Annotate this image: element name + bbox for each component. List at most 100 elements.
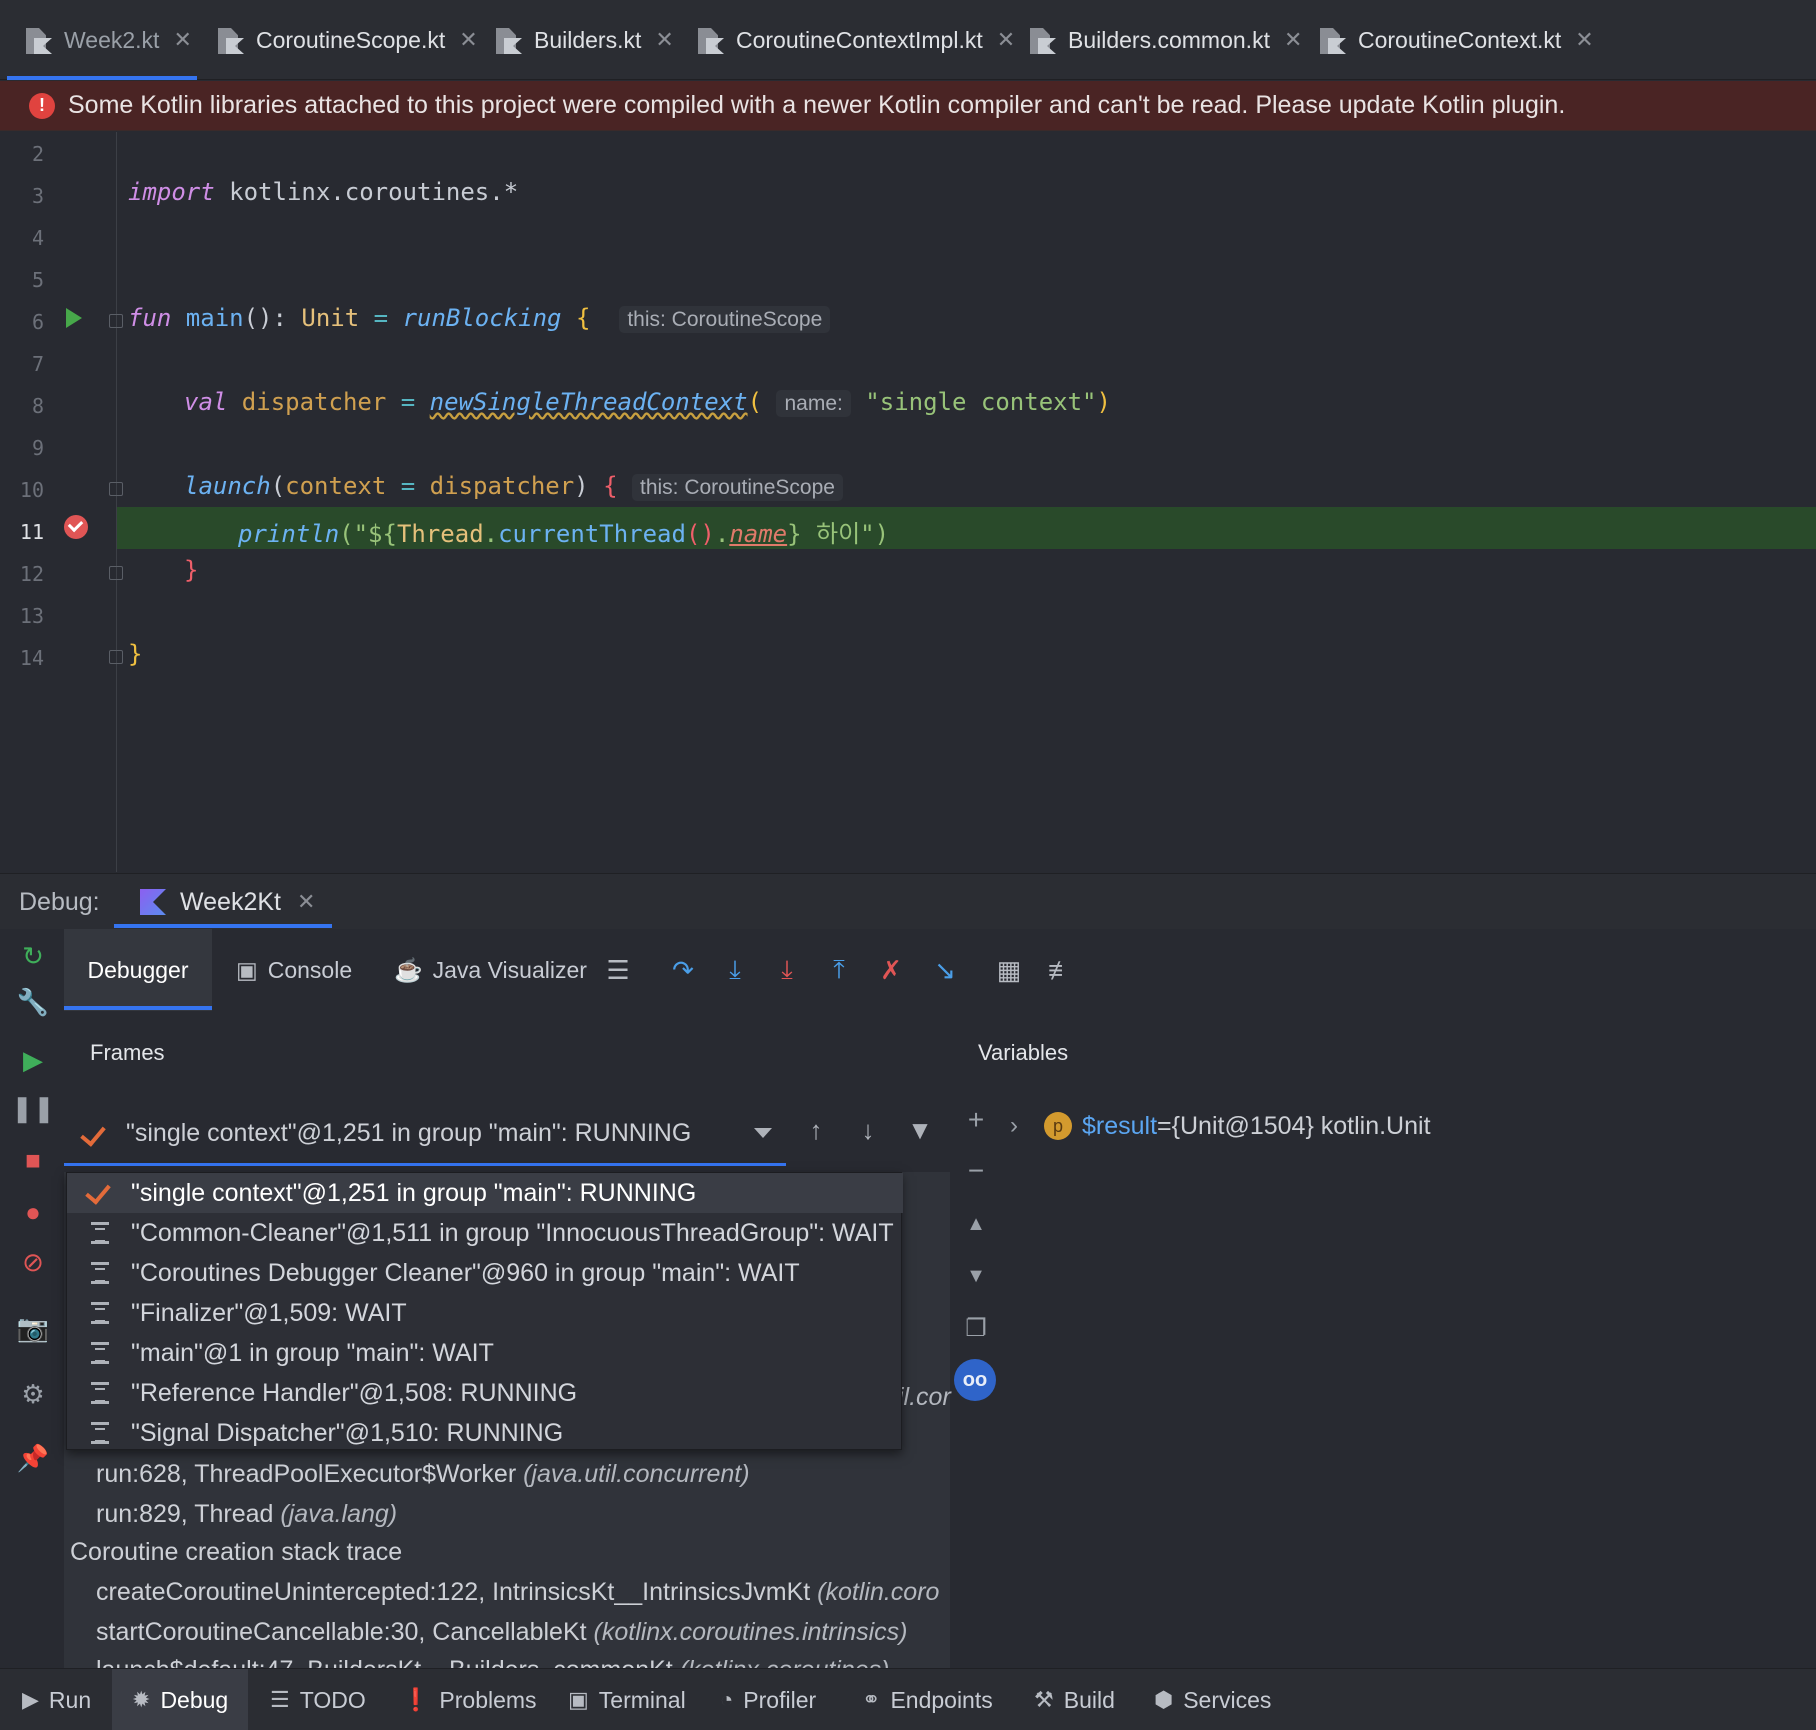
filter-icon[interactable]: ▼ <box>902 1112 938 1148</box>
close-icon[interactable]: ✕ <box>459 27 477 53</box>
pause-icon[interactable]: ❚❚ <box>11 1093 55 1123</box>
thread-option[interactable]: "Common-Cleaner"@1,511 in group "Innocuo… <box>67 1213 903 1253</box>
parameter-badge: p <box>1044 1112 1072 1140</box>
close-icon[interactable]: ✕ <box>173 27 191 53</box>
tool-problems[interactable]: ❗ Problems <box>402 1669 537 1730</box>
fold-icon[interactable] <box>109 566 123 580</box>
creation-trace-header: Coroutine creation stack trace <box>70 1538 403 1566</box>
frame-row[interactable]: createCoroutineUnintercepted:122, Intrin… <box>96 1578 950 1607</box>
thread-option[interactable]: "Coroutines Debugger Cleaner"@960 in gro… <box>67 1253 903 1293</box>
tab-coroutinecontext[interactable]: CoroutineContext.kt ✕ <box>1318 0 1594 80</box>
remove-watch-icon[interactable]: − <box>960 1155 992 1187</box>
chevron-down-icon <box>754 1128 772 1138</box>
variable-row[interactable]: › p $result = {Unit@1504} kotlin.Unit <box>1010 1108 1431 1144</box>
tab-builders[interactable]: Builders.kt ✕ <box>494 0 674 80</box>
breakpoint-icon[interactable] <box>64 515 88 539</box>
run-gutter-icon[interactable] <box>66 308 82 328</box>
tab-console[interactable]: ▣ Console <box>236 929 352 1011</box>
tab-label: CoroutineContextImpl.kt <box>736 26 983 53</box>
arrow-down-icon[interactable]: ↓ <box>850 1112 886 1148</box>
stop-icon[interactable]: ■ <box>18 1145 48 1175</box>
tool-profiler[interactable]: ◔ Profiler <box>720 1669 816 1730</box>
debug-session-tab[interactable]: Week2Kt ✕ <box>114 874 332 930</box>
frame-row[interactable]: launch$default:47, BuildersKt__Builders_… <box>96 1656 890 1668</box>
step-out-icon[interactable]: ⤒ <box>823 953 855 987</box>
move-down-icon[interactable]: ▼ <box>960 1260 992 1292</box>
code-line-11: println("${Thread.currentThread().name} … <box>238 520 890 548</box>
active-tab-indicator <box>7 76 197 80</box>
view-breakpoints-icon[interactable]: ● <box>18 1197 48 1227</box>
drop-frame-icon[interactable]: ✗ <box>875 953 907 987</box>
line-number: 4 <box>31 226 44 250</box>
kotlin-file-icon <box>696 25 724 55</box>
tool-endpoints[interactable]: ⚭ Endpoints <box>862 1669 993 1730</box>
close-icon[interactable]: ✕ <box>655 27 673 53</box>
truncated-frame-text: il.cor <box>898 1383 951 1411</box>
tab-builders-common[interactable]: Builders.common.kt ✕ <box>1028 0 1302 80</box>
copy-icon[interactable]: ❐ <box>960 1312 992 1344</box>
fold-icon[interactable] <box>109 314 123 328</box>
line-number: 5 <box>31 268 44 292</box>
thread-option[interactable]: "single context"@1,251 in group "main": … <box>67 1173 903 1213</box>
tool-run[interactable]: ▶ Run <box>22 1669 91 1730</box>
thread-option[interactable]: "Reference Handler"@1,508: RUNNING <box>67 1373 903 1413</box>
close-icon[interactable]: ✕ <box>297 889 315 915</box>
tab-week2[interactable]: Week2.kt ✕ <box>24 0 192 80</box>
thread-selector[interactable]: "single context"@1,251 in group "main": … <box>64 1100 786 1166</box>
kotlin-file-icon <box>24 25 52 55</box>
tab-coroutinescope[interactable]: CoroutineScope.kt ✕ <box>216 0 478 80</box>
thread-icon <box>87 1380 113 1406</box>
evaluate-icon[interactable]: ▦ <box>993 953 1025 987</box>
camera-icon[interactable]: 📷 <box>17 1313 49 1343</box>
frame-row[interactable]: startCoroutineCancellable:30, Cancellabl… <box>96 1618 908 1647</box>
fold-icon[interactable] <box>109 482 123 496</box>
force-step-into-icon[interactable]: ⤓ <box>771 953 803 987</box>
chevron-right-icon[interactable]: › <box>1010 1112 1018 1140</box>
code-line-6: fun main(): Unit = runBlocking { this: C… <box>128 304 831 333</box>
run-to-cursor-icon[interactable]: ↘ <box>929 953 961 987</box>
rerun-icon[interactable]: ↻ <box>18 941 48 971</box>
thread-icon <box>87 1260 113 1286</box>
close-icon[interactable]: ✕ <box>1284 27 1302 53</box>
tab-debugger[interactable]: Debugger <box>64 929 212 1011</box>
wrench-icon[interactable]: 🔧 <box>17 987 49 1017</box>
fold-icon[interactable] <box>109 650 123 664</box>
frame-row[interactable]: run:829, Thread (java.lang) <box>96 1500 397 1529</box>
close-icon[interactable]: ✕ <box>997 27 1015 53</box>
tab-java-visualizer[interactable]: ☕ Java Visualizer <box>394 929 587 1011</box>
mute-breakpoints-icon[interactable]: ⊘ <box>18 1247 48 1277</box>
settings-icon[interactable]: ⚙ <box>18 1379 48 1409</box>
thread-option[interactable]: "Signal Dispatcher"@1,510: RUNNING <box>67 1413 903 1453</box>
menu-icon[interactable]: ☰ <box>602 953 634 987</box>
glasses-icon[interactable]: oo <box>954 1359 996 1401</box>
inlay-hint: this: CoroutineScope <box>619 306 831 333</box>
tool-todo[interactable]: ☰ TODO <box>270 1669 366 1730</box>
tool-build[interactable]: ⚒ Build <box>1034 1669 1115 1730</box>
tool-services[interactable]: ⬢ Services <box>1154 1669 1271 1730</box>
hammer-icon: ⚒ <box>1034 1687 1054 1712</box>
debugger-tab-indicator <box>64 1006 212 1010</box>
trace-icon[interactable]: ≢ <box>1045 953 1077 987</box>
pin-icon[interactable]: 📌 <box>17 1443 49 1473</box>
banner-text: Some Kotlin libraries attached to this p… <box>68 91 1566 119</box>
step-over-icon[interactable]: ↷ <box>667 953 699 987</box>
move-up-icon[interactable]: ▲ <box>960 1208 992 1240</box>
thread-option[interactable]: "main"@1 in group "main": WAIT <box>67 1333 903 1373</box>
code-editor[interactable] <box>0 132 1816 872</box>
variable-eq: = <box>1157 1111 1172 1140</box>
thread-selector-underline <box>64 1163 786 1166</box>
thread-icon <box>87 1300 113 1326</box>
resume-icon[interactable]: ▶ <box>18 1045 48 1075</box>
kotlin-file-icon <box>1028 25 1056 55</box>
close-icon[interactable]: ✕ <box>1575 27 1593 53</box>
add-watch-icon[interactable]: + <box>960 1104 992 1136</box>
code-line-8: val dispatcher = newSingleThreadContext(… <box>184 388 1111 417</box>
frame-row[interactable]: run:628, ThreadPoolExecutor$Worker (java… <box>96 1460 750 1489</box>
tab-coroutinecontextimpl[interactable]: CoroutineContextImpl.kt ✕ <box>696 0 1015 80</box>
arrow-up-icon[interactable]: ↑ <box>798 1112 834 1148</box>
step-into-icon[interactable]: ⤓ <box>719 953 751 987</box>
tool-debug[interactable]: ✹ Debug <box>112 1669 249 1730</box>
tool-terminal[interactable]: ▣ Terminal <box>568 1669 686 1730</box>
list-icon: ☰ <box>270 1687 290 1712</box>
thread-option[interactable]: "Finalizer"@1,509: WAIT <box>67 1293 903 1333</box>
